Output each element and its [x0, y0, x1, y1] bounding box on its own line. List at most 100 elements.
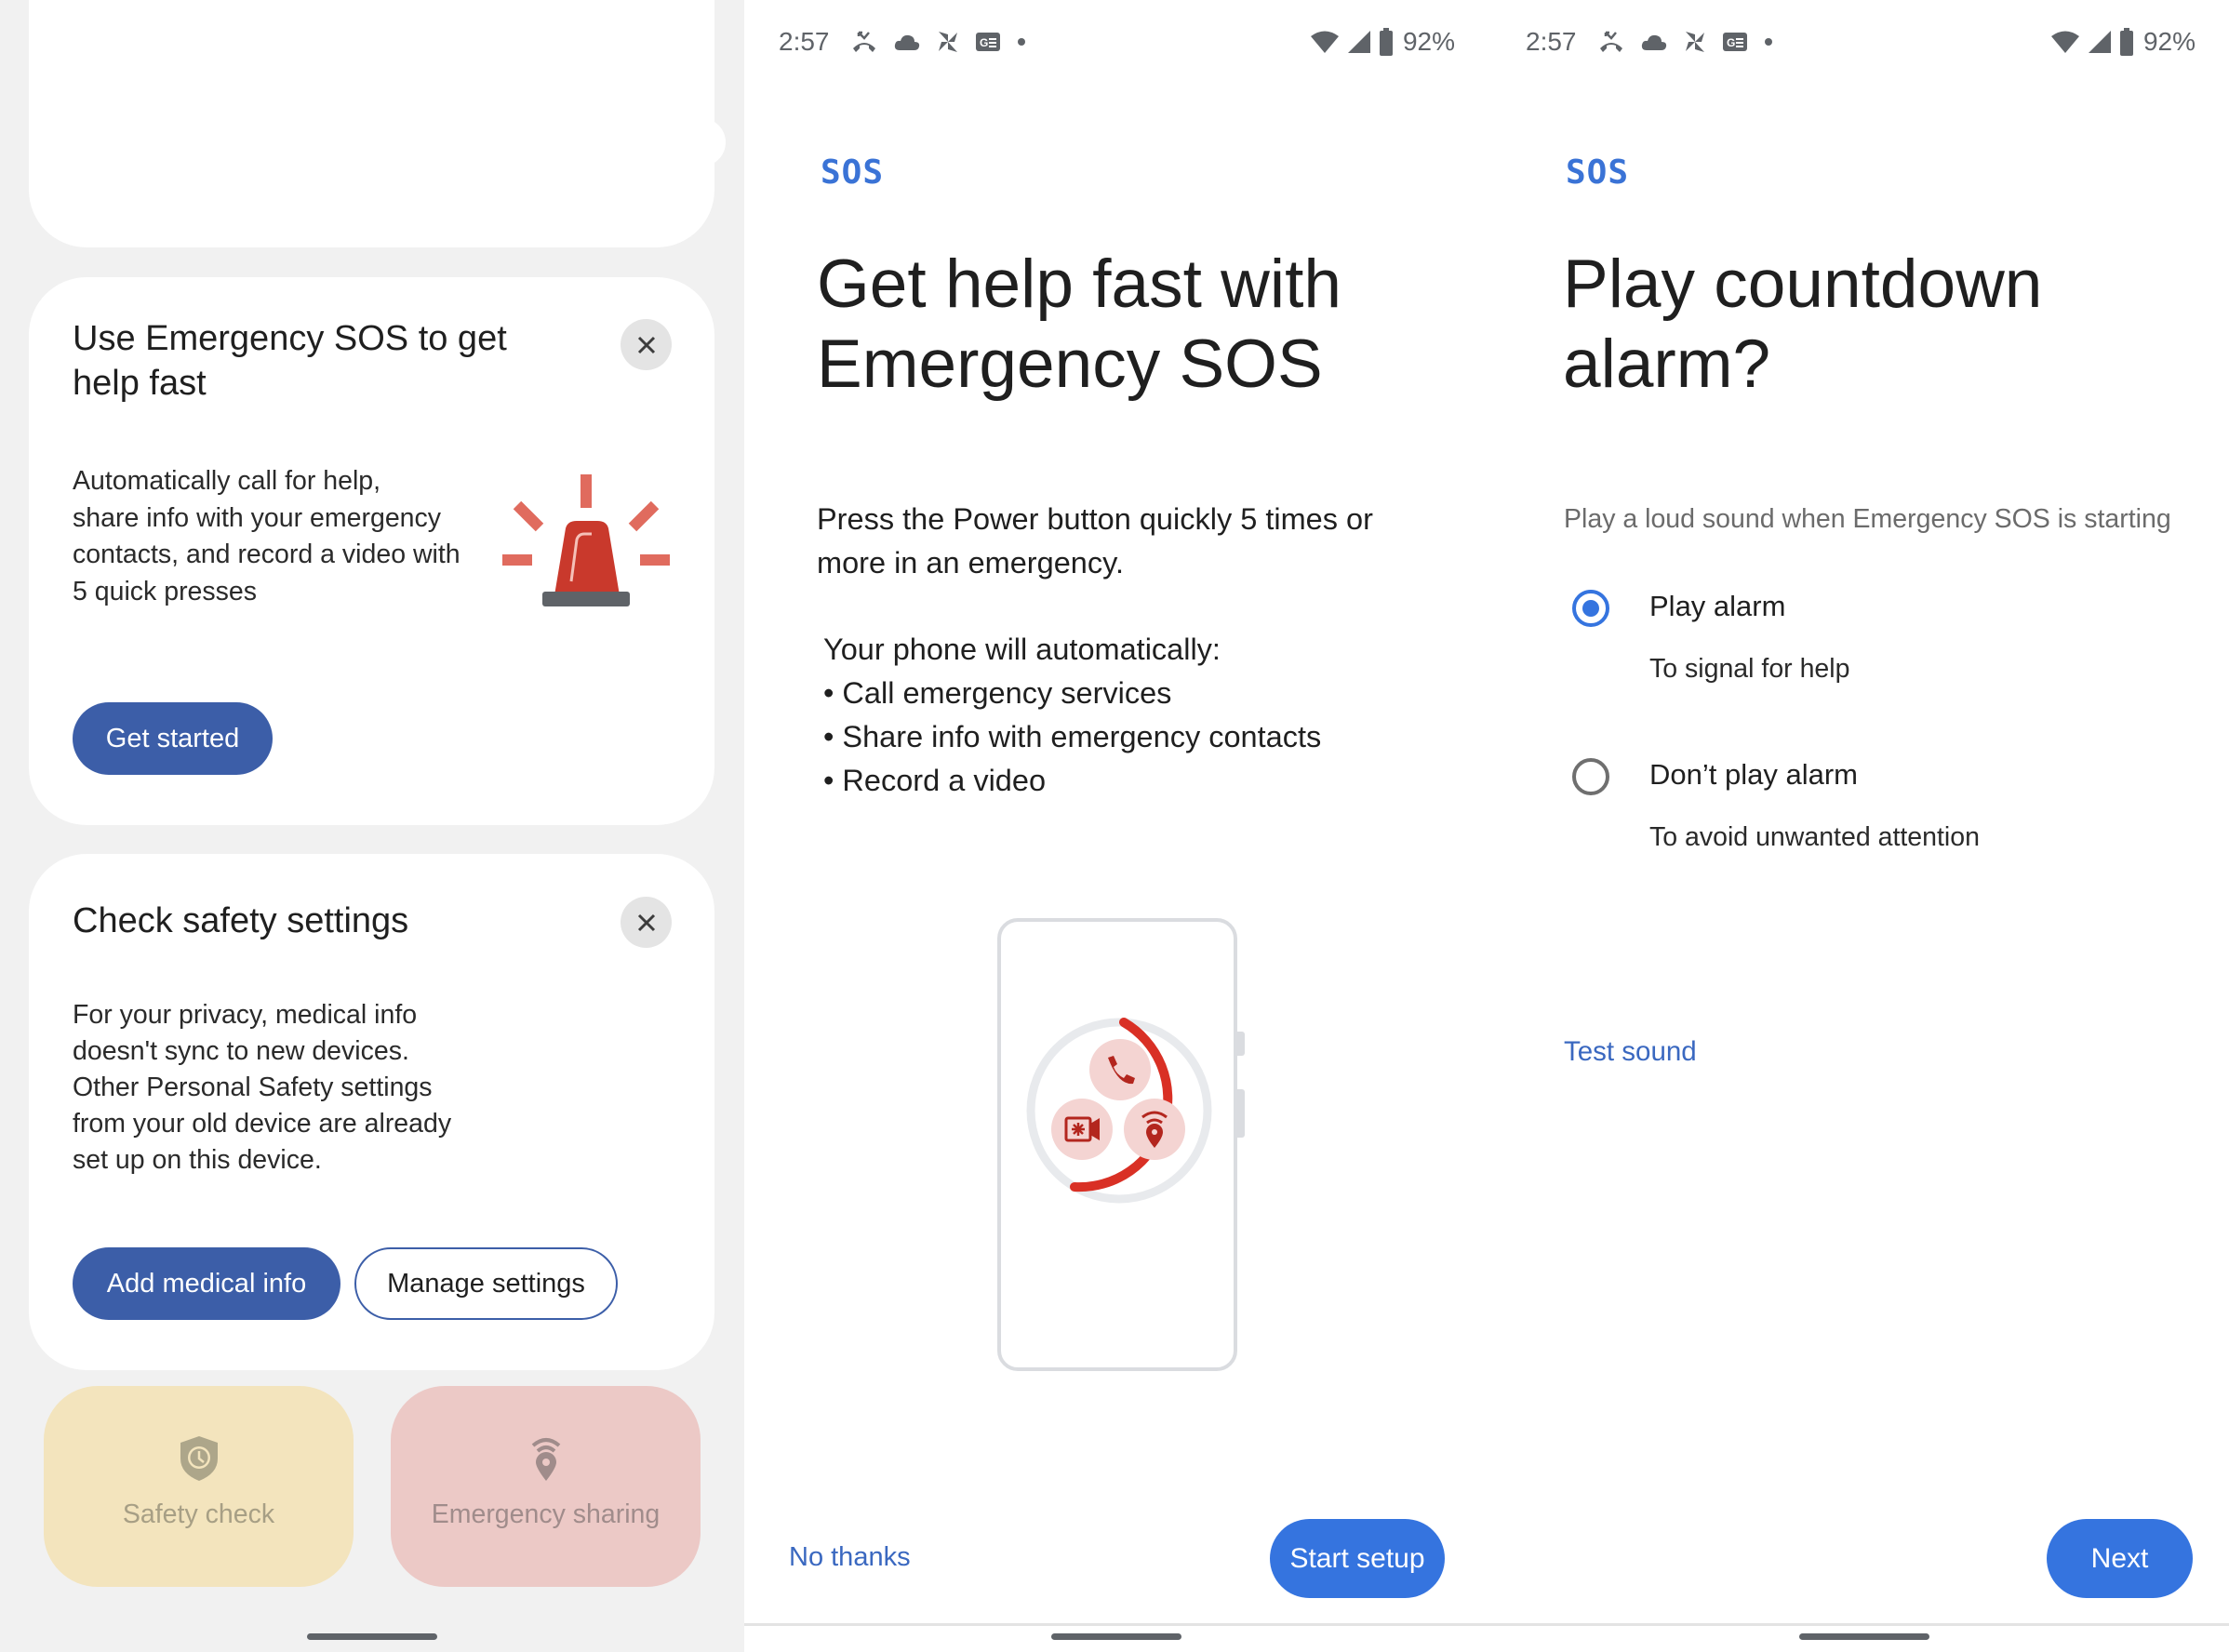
status-time: 2:57 — [779, 27, 830, 56]
settings-card-title: Check safety settings — [73, 901, 409, 940]
siren-icon — [502, 474, 670, 606]
missed-call-icon — [852, 31, 875, 52]
safety-settings-card: Check safety settings For your privacy, … — [29, 854, 714, 1370]
feature-list: Your phone will automatically: • Call em… — [823, 628, 1321, 803]
dismiss-settings-card-button[interactable] — [621, 897, 672, 948]
page-heading: Get help fast with Emergency SOS — [817, 245, 1341, 405]
missed-call-icon — [1599, 31, 1622, 52]
option-label: Don’t play alarm — [1649, 758, 1858, 791]
status-bar: 2:57 G 92% — [1526, 20, 2196, 63]
bottom-divider — [744, 1623, 1488, 1626]
test-sound-button[interactable]: Test sound — [1564, 1036, 1697, 1068]
wifi-icon — [2050, 31, 2079, 53]
sos-intro-screen: 2:57 G 92% SOS Get help fast with Emerge… — [744, 0, 1488, 1652]
option-dont-play-alarm[interactable]: Don’t play alarm To avoid unwanted atten… — [1488, 736, 2229, 885]
shield-clock-icon — [180, 1436, 218, 1481]
tile-safety-check[interactable]: Safety check — [44, 1386, 354, 1587]
cloud-icon — [894, 34, 919, 50]
signal-icon — [1347, 31, 1370, 53]
list-item-text: Call emergency services — [842, 676, 1172, 710]
battery-icon — [1379, 28, 1393, 56]
get-started-button[interactable]: Get started — [73, 702, 273, 775]
news-icon: G — [975, 33, 1000, 51]
emergency-sos-card: Use Emergency SOS to get help fast Autom… — [29, 277, 714, 825]
previous-card-fragment — [29, 0, 714, 247]
dot-icon — [1017, 38, 1025, 46]
next-button[interactable]: Next — [2047, 1519, 2193, 1598]
sos-card-title: Use Emergency SOS to get help fast — [73, 316, 507, 406]
phone-illustration — [997, 918, 1245, 1371]
tile-label: Safety check — [122, 1499, 275, 1529]
cloud-icon — [1641, 34, 1666, 50]
heading-line: alarm? — [1563, 326, 1771, 402]
body-line: contacts, and record a video with — [73, 540, 460, 569]
radio-unselected[interactable] — [1572, 758, 1609, 795]
sos-countdown-graphic — [1026, 1018, 1212, 1204]
status-bar: 2:57 G 92% — [779, 20, 1455, 63]
body-line: doesn't sync to new devices. — [73, 1036, 409, 1066]
list-item: • Call emergency services — [823, 672, 1321, 715]
wifi-icon — [1310, 31, 1339, 53]
news-icon: G — [1722, 33, 1747, 51]
tile-emergency-sharing[interactable]: Emergency sharing — [391, 1386, 701, 1587]
start-setup-button[interactable]: Start setup — [1270, 1519, 1445, 1598]
dot-icon — [1764, 38, 1772, 46]
gesture-nav-handle[interactable] — [1799, 1633, 1929, 1640]
radio-selected[interactable] — [1572, 590, 1609, 627]
sos-logo: SOS — [821, 153, 885, 192]
heading-line: Emergency SOS — [817, 326, 1323, 402]
pinwheel-icon — [938, 32, 957, 52]
no-thanks-button[interactable]: No thanks — [789, 1542, 911, 1573]
signal-icon — [2088, 31, 2111, 53]
gesture-nav-handle[interactable] — [307, 1633, 437, 1640]
battery-percent: 92% — [1402, 27, 1455, 56]
tile-label: Emergency sharing — [431, 1499, 661, 1529]
list-item: • Share info with emergency contacts — [823, 715, 1321, 759]
body-line: For your privacy, medical info — [73, 1000, 418, 1030]
personal-safety-screen: 2:57 G 92% Personal Safety — [0, 0, 744, 1652]
manage-settings-button[interactable]: Manage settings — [354, 1247, 618, 1320]
close-icon — [637, 913, 655, 931]
intro-line: Press the Power button quickly 5 times o… — [817, 502, 1373, 536]
svg-text:G: G — [980, 36, 988, 49]
heading-line: Get help fast with — [817, 246, 1342, 322]
option-description: To avoid unwanted attention — [1649, 822, 1980, 852]
phone-side-button — [1237, 1032, 1245, 1056]
sos-card-title-line: Use Emergency SOS to get — [73, 319, 507, 358]
page-subtitle: Play a loud sound when Emergency SOS is … — [1564, 504, 2171, 534]
status-time: 2:57 — [1526, 27, 1577, 56]
option-description: To signal for help — [1649, 654, 1850, 684]
intro-text: Press the Power button quickly 5 times o… — [817, 498, 1373, 585]
location-broadcast-icon — [531, 1438, 560, 1481]
sos-logo: SOS — [1566, 153, 1630, 192]
dismiss-sos-card-button[interactable] — [621, 319, 672, 370]
page-heading: Play countdown alarm? — [1563, 245, 2042, 405]
sos-card-title-line: help fast — [73, 364, 207, 403]
phone-side-button — [1237, 1089, 1245, 1138]
body-line: Automatically call for help, — [73, 466, 381, 496]
battery-percent: 92% — [2142, 27, 2196, 56]
body-line: share info with your emergency — [73, 502, 442, 533]
bullet: • — [823, 676, 834, 710]
option-play-alarm[interactable]: Play alarm To signal for help — [1488, 567, 2229, 716]
countdown-alarm-screen: 2:57 G 92% SOS Play countdown alarm? Pla… — [1488, 0, 2229, 1652]
settings-card-body: For your privacy, medical info doesn't s… — [73, 997, 451, 1179]
intro-line: more in an emergency. — [817, 546, 1124, 580]
gesture-nav-handle[interactable] — [1051, 1633, 1181, 1640]
body-line: set up on this device. — [73, 1145, 322, 1175]
bottom-divider — [1488, 1623, 2229, 1626]
close-icon — [637, 336, 655, 353]
bullet: • — [823, 720, 834, 753]
battery-icon — [2119, 28, 2133, 56]
list-item-text: Share info with emergency contacts — [842, 720, 1322, 753]
body-line: Other Personal Safety settings — [73, 1072, 433, 1102]
sos-card-body: Automatically call for help, share info … — [73, 463, 460, 610]
body-line: 5 quick presses — [73, 576, 258, 606]
list-item-text: Record a video — [842, 764, 1047, 797]
heading-line: Play countdown — [1563, 246, 2043, 322]
add-medical-info-button[interactable]: Add medical info — [73, 1247, 340, 1320]
list-item: • Record a video — [823, 759, 1321, 803]
pinwheel-icon — [1685, 32, 1704, 52]
option-label: Play alarm — [1649, 590, 1786, 622]
body-line: from your old device are already — [73, 1109, 452, 1139]
